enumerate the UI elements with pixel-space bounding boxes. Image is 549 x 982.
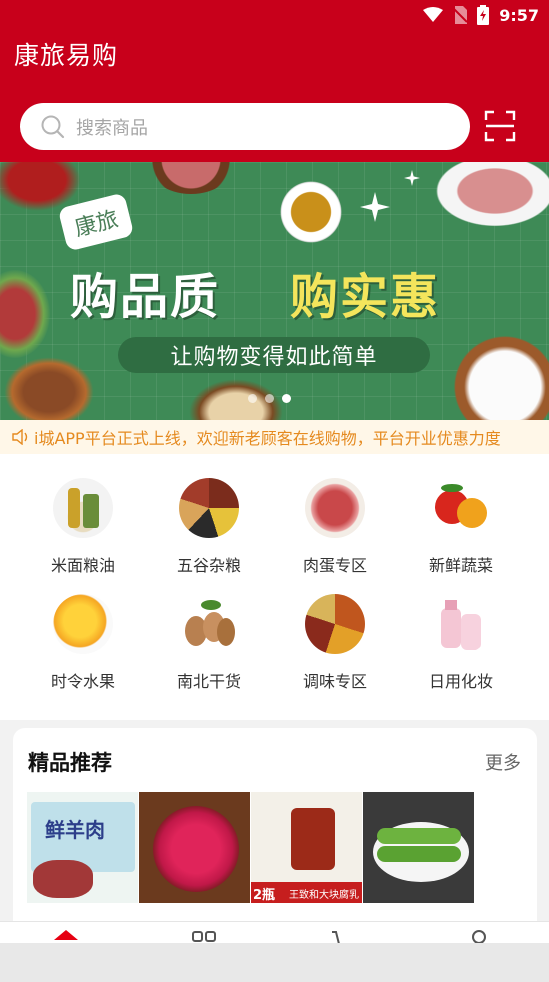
rice-oil-icon	[53, 478, 113, 538]
status-bar: 9:57	[0, 0, 549, 32]
search-placeholder: 搜索商品	[76, 117, 148, 139]
grains-icon	[179, 478, 239, 538]
battery-icon	[477, 5, 490, 25]
meat-icon	[305, 478, 365, 538]
product-card[interactable]: 2瓶 王致和大块腐乳	[251, 792, 362, 903]
category-rice-oil[interactable]: 米面粮油	[28, 478, 138, 576]
rice-bowl-image	[440, 332, 549, 420]
category-label: 新鲜蔬菜	[428, 556, 493, 575]
category-label: 调味专区	[302, 672, 367, 691]
promo-banner[interactable]: 康旅 购品质 购实惠 让购物变得如此简单	[0, 162, 549, 420]
category-label: 五谷杂粮	[176, 556, 241, 575]
product-card[interactable]	[139, 792, 250, 903]
banner-subtitle-pill: 让购物变得如此简单	[118, 337, 430, 373]
product-caption: 王致和大块腐乳	[289, 890, 359, 901]
sparkle-small-icon	[404, 170, 420, 186]
tab-bar	[0, 921, 549, 943]
home-icon[interactable]	[53, 928, 79, 943]
sauce-bowl-image	[278, 179, 344, 245]
speaker-icon	[12, 429, 28, 445]
banner-subtitle: 让购物变得如此简单	[170, 345, 378, 370]
category-label: 日用化妆	[428, 672, 493, 691]
category-label: 南北干货	[176, 672, 241, 691]
mango-icon	[53, 594, 113, 654]
app-title: 康旅易购	[14, 41, 119, 70]
product-badge: 2瓶	[253, 888, 276, 903]
notice-bar[interactable]: i城APP平台正式上线，欢迎新老顾客在线购物，平台开业优惠力度	[0, 420, 549, 454]
category-label: 时令水果	[50, 672, 115, 691]
category-label: 米面粮油	[50, 556, 115, 575]
carousel-dot[interactable]	[248, 394, 257, 403]
vegetables-icon	[431, 478, 491, 538]
category-seasoning[interactable]: 调味专区	[280, 594, 390, 692]
spices-icon	[305, 594, 365, 654]
no-sim-icon	[453, 6, 468, 24]
banner-title-right: 购实惠	[290, 269, 441, 325]
category-fruit[interactable]: 时令水果	[28, 594, 138, 692]
category-grid: 米面粮油 五谷杂粮 肉蛋专区 新鲜蔬菜 时令水果 南北干货 调味专区 日用化妆	[0, 454, 549, 720]
pork-plate-image	[430, 162, 549, 230]
more-link[interactable]: 更多	[485, 749, 521, 775]
section-title: 精品推荐	[28, 751, 112, 775]
profile-icon[interactable]	[466, 928, 492, 943]
sausage-image	[0, 162, 82, 212]
notice-text: i城APP平台正式上线，欢迎新老顾客在线购物，平台开业优惠力度	[34, 429, 501, 448]
status-time: 9:57	[499, 5, 539, 25]
meat-plate-image	[145, 162, 237, 194]
search-input[interactable]: 搜索商品	[20, 103, 470, 150]
banner-title-left: 购品质	[70, 269, 221, 325]
nuts-icon	[179, 594, 239, 654]
system-nav-area	[0, 943, 549, 982]
category-grains[interactable]: 五谷杂粮	[154, 478, 264, 576]
product-card[interactable]	[363, 792, 474, 903]
category-vegetables[interactable]: 新鲜蔬菜	[406, 478, 516, 576]
cosmetics-icon	[431, 594, 491, 654]
beef-image	[0, 270, 50, 358]
product-card[interactable]: 鲜羊肉	[27, 792, 138, 903]
category-dry-goods[interactable]: 南北干货	[154, 594, 264, 692]
wifi-icon	[423, 7, 444, 22]
cart-icon[interactable]	[330, 928, 356, 943]
carousel-dot[interactable]	[265, 394, 274, 403]
product-badge: 鲜羊肉	[45, 818, 105, 842]
spices-bowl-image	[4, 357, 94, 420]
category-icon[interactable]	[191, 928, 217, 943]
header: 9:57 康旅易购 搜索商品	[0, 0, 549, 162]
category-meat[interactable]: 肉蛋专区	[280, 478, 390, 576]
sparkle-icon	[360, 192, 390, 222]
category-cosmetics[interactable]: 日用化妆	[406, 594, 516, 692]
category-label: 肉蛋专区	[302, 556, 367, 575]
scan-icon[interactable]	[484, 110, 516, 142]
carousel-dots	[248, 394, 291, 403]
search-icon	[41, 115, 65, 138]
carousel-dot-active[interactable]	[282, 394, 291, 403]
